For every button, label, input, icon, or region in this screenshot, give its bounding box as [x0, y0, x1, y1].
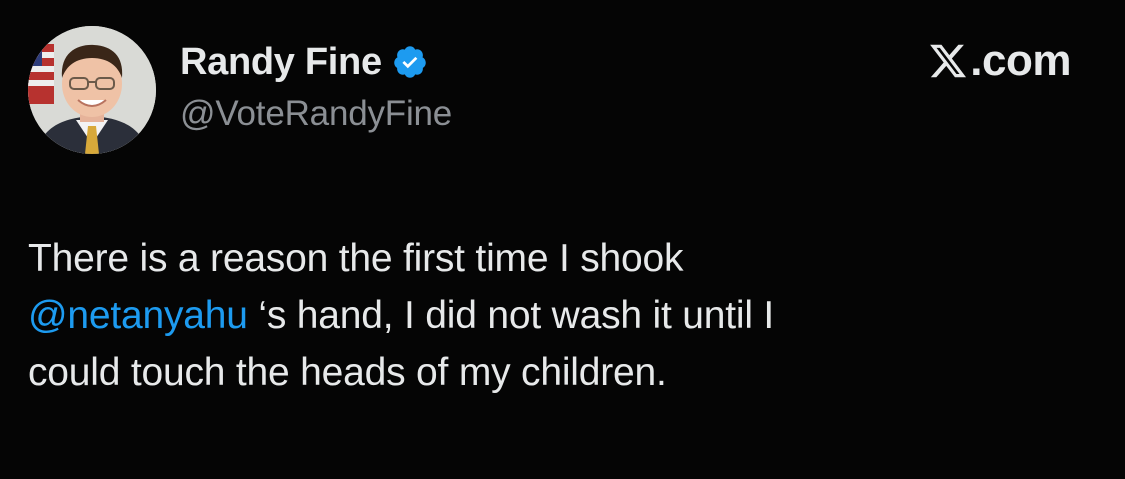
tweet-card: Randy Fine @VoteRandyFine .com There is …: [0, 0, 1125, 479]
verified-badge-icon: [392, 44, 428, 80]
tweet-text: There is a reason the first time I shook…: [28, 230, 1088, 401]
name-row: Randy Fine: [180, 38, 452, 86]
author-display-name[interactable]: Randy Fine: [180, 41, 382, 84]
author-handle[interactable]: @VoteRandyFine: [180, 94, 452, 134]
mention-link[interactable]: @netanyahu: [28, 294, 248, 337]
author-info: Randy Fine @VoteRandyFine: [180, 38, 452, 134]
brand-label: .com: [970, 36, 1071, 85]
tweet-line-1: There is a reason the first time I shook: [28, 237, 684, 280]
tweet-line-2: @netanyahu ‘s hand, I did not wash it un…: [28, 287, 1088, 344]
x-logo-icon: [928, 41, 968, 81]
avatar[interactable]: [28, 26, 156, 154]
tweet-line-2-text: ‘s hand, I did not wash it until I: [247, 294, 775, 337]
avatar-photo: [28, 26, 156, 154]
brand-watermark: .com: [928, 36, 1071, 86]
tweet-line-3: could touch the heads of my children.: [28, 351, 667, 394]
